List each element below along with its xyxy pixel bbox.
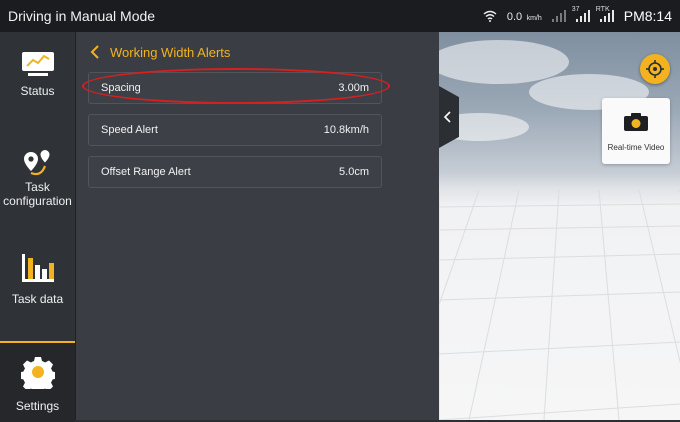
speed-value: 0.0 [506,11,523,23]
setting-row-speed-alert[interactable]: Speed Alert 10.8km/h [88,114,382,146]
bar-chart-icon [21,254,54,282]
setting-value: 5.0cm [339,166,369,178]
sidebar-item-status[interactable]: Status [0,50,75,110]
camera-icon [624,113,648,131]
wifi-icon [483,10,497,22]
sidebar-item-task-configuration[interactable]: Task configuration [0,148,75,216]
video-label: Real-time Video [607,143,665,152]
status-bar: Driving in Manual Mode 0.0 km/h 37 RTK P… [0,0,680,32]
sidebar-item-label: Status [20,84,55,98]
sidebar-item-label: Task data [11,292,64,306]
setting-label: Offset Range Alert [101,166,191,178]
panel-header: Working Width Alerts [90,42,230,62]
mode-title: Driving in Manual Mode [8,8,156,24]
setting-label: Spacing [101,82,141,94]
panel-title: Working Width Alerts [110,44,231,60]
sidebar-item-label: Settings [15,399,60,413]
speed-unit: km/h [526,15,542,22]
speed-readout: 0.0 km/h [507,7,542,25]
settings-panel: Working Width Alerts Spacing 3.00m Speed… [76,32,439,420]
crosshair-icon [646,60,664,78]
ground-grid [439,40,680,420]
map-viewport[interactable] [439,32,680,420]
sidebar-item-settings[interactable]: Settings [0,341,75,422]
rtk-label: RTK [595,6,610,13]
monitor-chart-icon [21,52,54,76]
setting-value: 10.8km/h [323,124,369,136]
clock: PM8:14 [623,8,672,24]
setting-value: 3.00m [338,82,369,94]
real-time-video-button[interactable]: Real-time Video [602,98,670,164]
chevron-left-icon [443,111,451,123]
gear-icon [20,357,55,389]
status-indicators: 0.0 km/h 37 RTK PM8:14 [483,0,672,32]
route-pin-icon [23,150,49,176]
cell-signal-icon [551,10,566,22]
sidebar: Status Task configuration Task data Sett… [0,32,76,422]
sidebar-item-label: Task configuration [3,180,72,208]
back-chevron-icon[interactable] [90,45,100,59]
rtk-signal-icon: RTK [596,6,614,22]
locate-button[interactable] [640,54,670,84]
satellite-signal-icon: 37 [572,6,590,22]
sidebar-item-task-data[interactable]: Task data [0,252,75,314]
setting-row-spacing[interactable]: Spacing 3.00m [88,72,382,104]
setting-row-offset-range-alert[interactable]: Offset Range Alert 5.0cm [88,156,382,188]
setting-label: Speed Alert [101,124,158,136]
satellite-count: 37 [571,6,580,13]
